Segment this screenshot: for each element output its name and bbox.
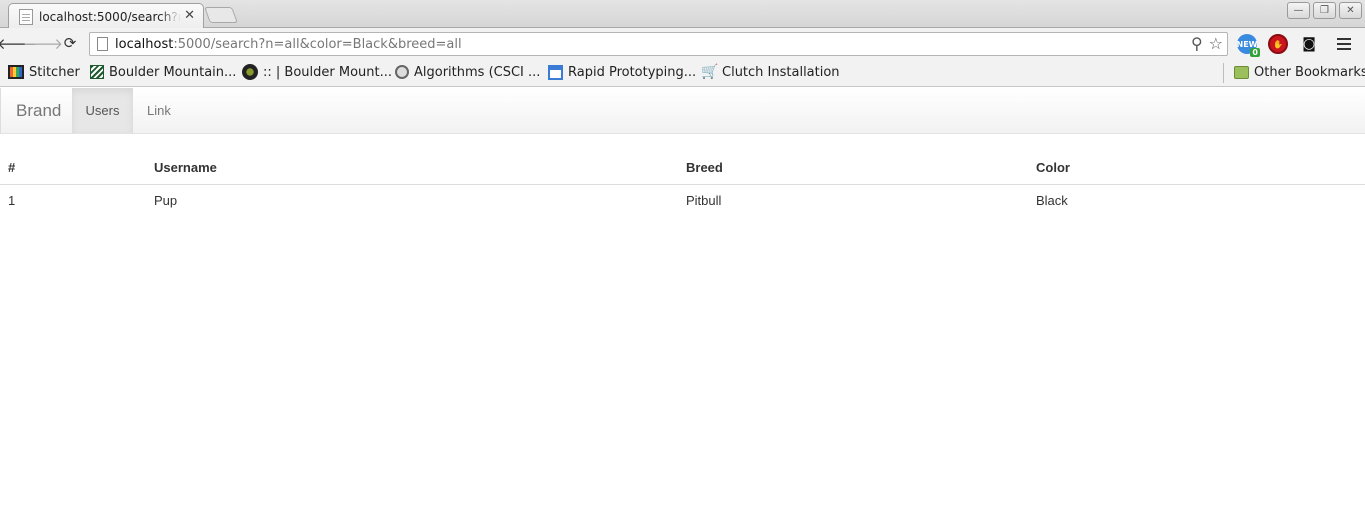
window-icon (548, 64, 563, 80)
new-tab-button[interactable] (204, 7, 238, 23)
bookmarks-bar: Stitcher Boulder Mountain... :: | Boulde… (0, 58, 1365, 87)
page-icon (97, 37, 108, 51)
cell-username: Pup (154, 193, 178, 209)
bookmark-item[interactable]: Boulder Mountain... (90, 63, 236, 81)
minimize-button[interactable]: — (1287, 2, 1310, 19)
nav-item-link[interactable]: Link (147, 103, 171, 118)
adblock-icon[interactable]: ✋ (1268, 34, 1288, 54)
cart-icon: 🛒 (701, 64, 719, 80)
folder-icon (1234, 65, 1249, 79)
navbar-brand[interactable]: Brand (16, 101, 61, 121)
table-header-row: # Username Breed Color (0, 150, 1365, 185)
bookmark-label: Rapid Prototyping... (568, 64, 697, 80)
column-header-color: Color (1028, 150, 1365, 185)
users-table: # Username Breed Color 1 Pup Pitbull Bla… (0, 150, 1365, 217)
mask-extension-icon[interactable]: ◙ (1299, 34, 1319, 54)
search-icon[interactable]: ⚲ (1191, 34, 1203, 53)
cell-color: Black (1036, 193, 1068, 209)
bookmark-label: Clutch Installation (722, 64, 840, 80)
bookmark-label: :: | Boulder Mount... (263, 64, 392, 80)
address-bar[interactable]: localhost:5000/search?n=all&color=Black&… (89, 32, 1228, 56)
nav-item-users[interactable]: Users (72, 88, 133, 133)
bookmark-item[interactable]: Algorithms (CSCI ... (395, 63, 540, 81)
bookmark-label: Algorithms (CSCI ... (414, 64, 541, 80)
url-host: localhost (115, 36, 174, 52)
window-controls: — ❐ ✕ (1287, 2, 1362, 19)
url-path: :5000/search?n=all&color=Black&breed=all (173, 36, 462, 52)
close-tab-icon[interactable]: ✕ (184, 8, 195, 23)
globe-icon (395, 65, 409, 79)
tab-title: localhost:5000/search?n=all&color=Black&… (39, 9, 181, 24)
new-extension-icon[interactable]: NEW 0 (1237, 34, 1260, 57)
bookmark-label: Boulder Mountain... (109, 64, 237, 80)
bookmarks-divider (1223, 63, 1224, 83)
mountain-icon (90, 65, 104, 79)
bookmark-item[interactable]: Rapid Prototyping... (548, 63, 696, 81)
reload-icon[interactable]: ⟳ (60, 33, 80, 53)
bookmark-item[interactable]: 🛒 Clutch Installation (701, 63, 840, 81)
stitcher-icon (8, 65, 24, 79)
browser-toolbar: 🡐 🡒 ⟳ localhost:5000/search?n=all&color=… (0, 28, 1365, 58)
column-header-number: # (0, 150, 146, 185)
close-window-button[interactable]: ✕ (1339, 2, 1362, 19)
bookmark-star-icon[interactable]: ☆ (1209, 34, 1223, 53)
menu-icon[interactable] (1337, 38, 1351, 40)
other-bookmarks[interactable]: Other Bookmarks (1234, 63, 1365, 81)
site-navbar: Brand Users Link (0, 88, 1365, 134)
restore-button[interactable]: ❐ (1313, 2, 1336, 19)
cell-breed: Pitbull (686, 193, 722, 209)
page-favicon-icon (19, 8, 33, 25)
cell-number: 1 (8, 193, 16, 209)
tab-strip: localhost:5000/search?n=all&color=Black&… (0, 0, 1365, 29)
extension-badge: 0 (1250, 48, 1260, 57)
bookmark-item[interactable]: :: | Boulder Mount... (242, 63, 392, 81)
forward-arrow-icon[interactable]: 🡒 (23, 33, 63, 53)
bookmark-item[interactable]: Stitcher (8, 63, 80, 81)
column-header-username: Username (146, 150, 678, 185)
browser-tab[interactable]: localhost:5000/search?n=all&color=Black&… (8, 3, 204, 29)
other-bookmarks-label: Other Bookmarks (1254, 64, 1365, 80)
gear-logo-icon (242, 64, 258, 80)
column-header-breed: Breed (678, 150, 1028, 185)
bookmark-label: Stitcher (29, 64, 80, 80)
table-row: 1 Pup Pitbull Black (0, 184, 1365, 217)
